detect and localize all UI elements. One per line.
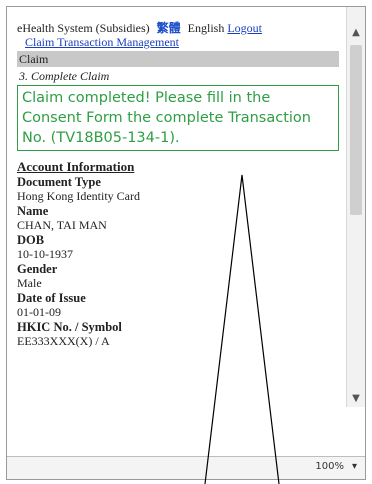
system-name: eHealth System (Subsidies): [17, 21, 150, 35]
field-label: Gender: [17, 262, 58, 276]
header-bar: eHealth System (Subsidies) 繁體 English Lo…: [17, 21, 339, 35]
account-field-dob: DOB 10-10-1937: [17, 233, 339, 261]
vertical-scrollbar[interactable]: ▲ ▼: [346, 7, 365, 407]
chinese-language-link[interactable]: 繁體: [157, 21, 181, 35]
zoom-dropdown-icon[interactable]: ▾: [352, 461, 357, 472]
field-label: Date of Issue: [17, 291, 86, 305]
account-info-header: Account Information: [17, 159, 135, 174]
field-value: Hong Kong Identity Card: [17, 189, 140, 203]
account-field-document-type: Document Type Hong Kong Identity Card: [17, 175, 339, 203]
field-value: CHAN, TAI MAN: [17, 218, 107, 232]
field-value: 01-01-09: [17, 305, 61, 319]
section-title: Claim: [17, 51, 339, 67]
status-bar: 100% ▾: [7, 456, 365, 479]
scroll-thumb[interactable]: [350, 45, 362, 215]
completion-message: Claim completed! Please fill in the Cons…: [17, 85, 339, 151]
claim-transaction-link[interactable]: Claim Transaction Management: [25, 35, 339, 49]
browser-window: eHealth System (Subsidies) 繁體 English Lo…: [6, 6, 366, 480]
scroll-up-arrow-icon[interactable]: ▲: [347, 25, 365, 41]
account-field-hkic: HKIC No. / Symbol EE333XXX(X) / A: [17, 320, 339, 348]
field-label: Name: [17, 204, 49, 218]
zoom-control[interactable]: 100% ▾: [315, 461, 357, 472]
step-label: 3. Complete Claim: [19, 69, 110, 83]
scroll-down-arrow-icon[interactable]: ▼: [347, 391, 365, 407]
page-content: eHealth System (Subsidies) 繁體 English Lo…: [17, 21, 339, 348]
account-field-name: Name CHAN, TAI MAN: [17, 204, 339, 232]
field-label: DOB: [17, 233, 45, 247]
field-value: EE333XXX(X) / A: [17, 334, 110, 348]
account-field-date-of-issue: Date of Issue 01-01-09: [17, 291, 339, 319]
field-value: 10-10-1937: [17, 247, 73, 261]
zoom-level: 100%: [315, 461, 344, 472]
field-value: Male: [17, 276, 42, 290]
field-label: HKIC No. / Symbol: [17, 320, 122, 334]
english-language-label: English: [187, 21, 225, 35]
account-field-gender: Gender Male: [17, 262, 339, 290]
logout-link[interactable]: Logout: [227, 21, 262, 35]
field-label: Document Type: [17, 175, 101, 189]
